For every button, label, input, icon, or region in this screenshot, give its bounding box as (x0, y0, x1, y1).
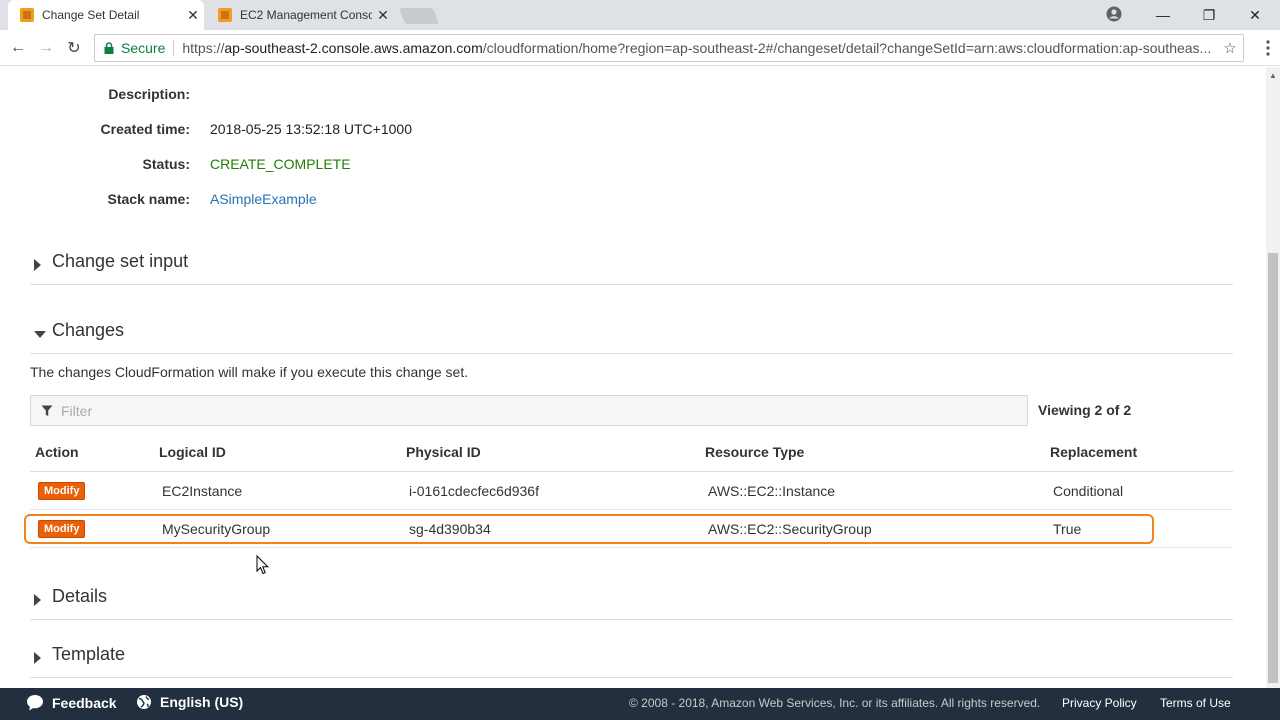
forward-arrow-icon[interactable]: → (36, 38, 56, 58)
browser-menu-icon[interactable] (1266, 40, 1270, 56)
speech-bubble-icon (27, 695, 43, 711)
section-title: Changes (52, 320, 125, 340)
physical-id-cell: sg-4d390b34 (409, 521, 491, 537)
page-content: Description: Created time: 2018-05-25 13… (0, 67, 1266, 688)
console-footer: Feedback English (US) © 2008 - 2018, Ama… (0, 688, 1266, 720)
filter-funnel-icon (41, 405, 53, 416)
column-physical-id[interactable]: Physical ID (406, 444, 481, 460)
stack-name-link[interactable]: ASimpleExample (210, 191, 317, 207)
privacy-policy-link[interactable]: Privacy Policy (1062, 696, 1137, 710)
column-action[interactable]: Action (35, 444, 79, 460)
tab-title: EC2 Management Consol (240, 8, 372, 22)
column-resource-type[interactable]: Resource Type (705, 444, 804, 460)
close-tab-icon[interactable]: ✕ (372, 7, 394, 24)
url-scheme: https:// (182, 40, 225, 56)
caret-right-icon (34, 259, 41, 271)
globe-icon (137, 695, 151, 709)
viewing-count: Viewing 2 of 2 (1038, 402, 1132, 418)
aws-favicon-icon (20, 8, 34, 22)
omnibox-separator (173, 40, 175, 56)
description-label: Description: (108, 86, 190, 102)
column-replacement[interactable]: Replacement (1050, 444, 1137, 460)
section-title: Template (52, 644, 126, 664)
feedback-label: Feedback (52, 695, 117, 711)
stack-name-label: Stack name: (107, 191, 190, 207)
status-label: Status: (142, 156, 190, 172)
status-value: CREATE_COMPLETE (210, 156, 351, 172)
copyright-text: © 2008 - 2018, Amazon Web Services, Inc.… (629, 696, 1041, 710)
section-template[interactable]: Template (30, 642, 1233, 678)
caret-right-icon (34, 594, 41, 606)
browser-tab-strip: Change Set Detail ✕ EC2 Management Conso… (0, 0, 1280, 30)
vertical-scrollbar[interactable]: ▲ (1266, 67, 1280, 688)
replacement-cell: Conditional (1053, 483, 1124, 499)
footer-scrollbar-corner (1266, 688, 1280, 720)
tab-ec2-management-console[interactable]: EC2 Management Consol ✕ (206, 0, 394, 30)
filter-input[interactable] (61, 402, 961, 420)
filter-box[interactable] (30, 395, 1028, 426)
caret-down-icon (34, 331, 46, 338)
tab-title: Change Set Detail (42, 8, 140, 22)
logical-id-cell: MySecurityGroup (162, 521, 271, 537)
scrollbar-thumb[interactable] (1268, 253, 1278, 683)
close-tab-icon[interactable]: ✕ (182, 7, 204, 24)
section-details[interactable]: Details (30, 584, 1233, 620)
minimize-window-icon[interactable]: — (1140, 0, 1186, 30)
url-text[interactable]: https://ap-southeast-2.console.aws.amazo… (182, 40, 1217, 56)
back-arrow-icon[interactable]: ← (8, 38, 28, 58)
changes-table-header: Action Logical ID Physical ID Resource T… (30, 432, 1233, 472)
new-tab-button[interactable] (399, 8, 439, 24)
address-bar[interactable]: Secure https://ap-southeast-2.console.aw… (94, 34, 1244, 62)
close-window-icon[interactable]: ✕ (1232, 0, 1278, 30)
tab-change-set-detail[interactable]: Change Set Detail ✕ (8, 0, 204, 30)
url-host: ap-southeast-2.console.aws.amazon.com (224, 40, 483, 56)
replacement-cell: True (1053, 521, 1082, 537)
scroll-up-arrow-icon[interactable]: ▲ (1269, 71, 1277, 80)
table-row[interactable]: Modify EC2Instance i-0161cdecfec6d936f A… (30, 472, 1233, 510)
created-time-label: Created time: (100, 121, 190, 137)
lock-icon (104, 42, 114, 54)
section-title: Details (52, 586, 108, 606)
secure-label: Secure (121, 40, 166, 56)
profile-icon[interactable] (1106, 6, 1122, 22)
restore-window-icon[interactable]: ❐ (1186, 0, 1232, 30)
terms-of-use-link[interactable]: Terms of Use (1160, 696, 1231, 710)
language-selector[interactable]: English (US) (136, 694, 243, 710)
url-path: /cloudformation/home?region=ap-southeast… (482, 40, 1212, 56)
caret-right-icon (34, 652, 41, 664)
feedback-button[interactable]: Feedback (26, 694, 117, 712)
browser-toolbar: ← → ↻ Secure https://ap-southeast-2.cons… (0, 30, 1280, 66)
action-badge: Modify (38, 520, 86, 538)
reload-icon[interactable]: ↻ (64, 38, 84, 58)
resource-type-cell: AWS::EC2::SecurityGroup (708, 521, 872, 537)
logical-id-cell: EC2Instance (162, 483, 243, 499)
section-title: Change set input (52, 251, 189, 271)
table-row[interactable]: Modify MySecurityGroup sg-4d390b34 AWS::… (30, 510, 1233, 548)
section-changes[interactable]: Changes (30, 318, 1233, 354)
physical-id-cell: i-0161cdecfec6d936f (409, 483, 539, 499)
created-time-value: 2018-05-25 13:52:18 UTC+1000 (210, 121, 412, 137)
resource-type-cell: AWS::EC2::Instance (708, 483, 836, 499)
changes-description: The changes CloudFormation will make if … (30, 364, 469, 380)
column-logical-id[interactable]: Logical ID (159, 444, 226, 460)
mouse-cursor-icon (256, 555, 270, 575)
section-change-set-input[interactable]: Change set input (30, 249, 1233, 285)
bookmark-star-icon[interactable]: ☆ (1217, 39, 1243, 57)
action-badge: Modify (38, 482, 86, 500)
aws-favicon-icon (218, 8, 232, 22)
language-label: English (US) (160, 694, 244, 710)
